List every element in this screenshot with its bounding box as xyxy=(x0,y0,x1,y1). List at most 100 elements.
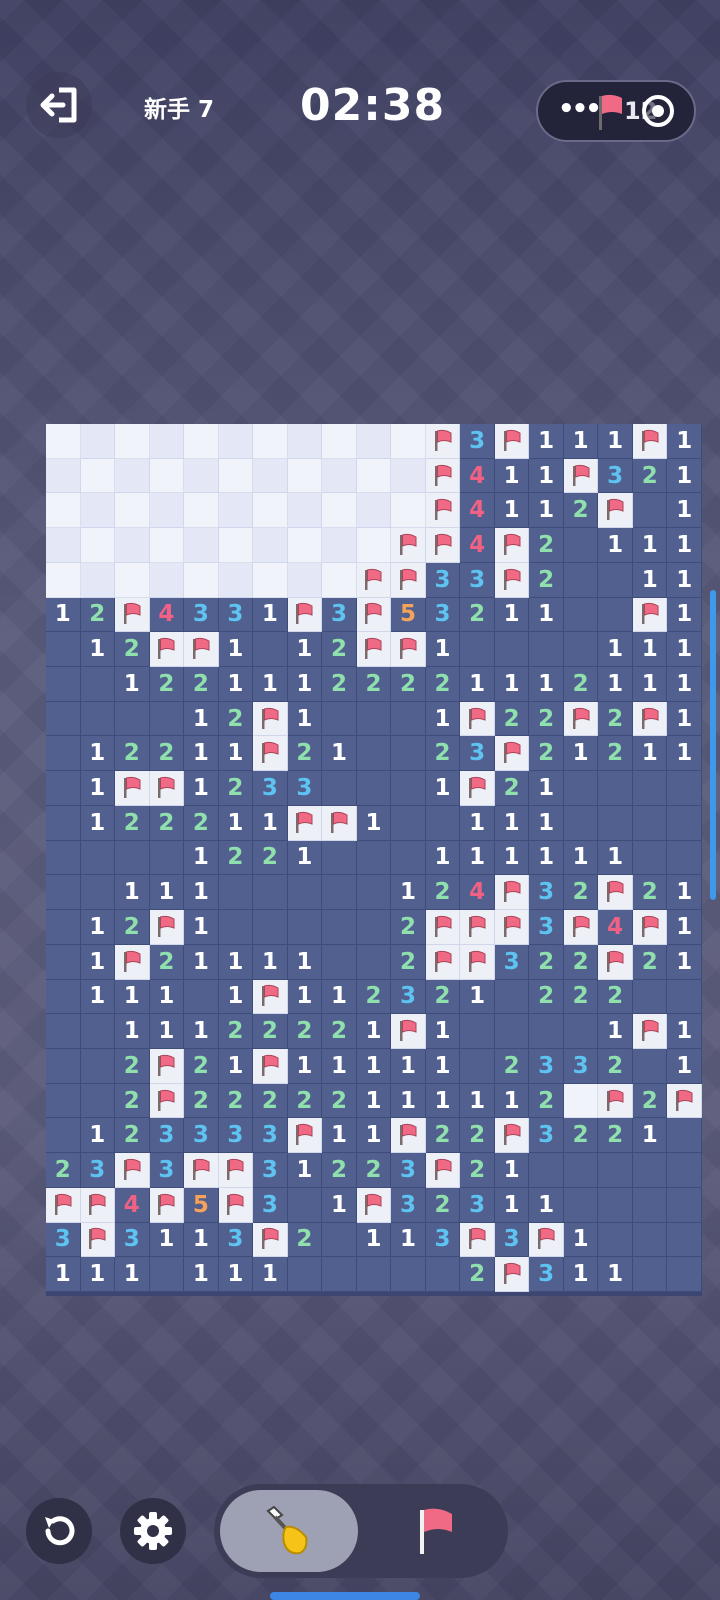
revealed-cell[interactable] xyxy=(46,840,81,876)
number-cell[interactable]: 2 xyxy=(563,875,599,911)
settings-button[interactable] xyxy=(120,1498,186,1564)
number-cell[interactable]: 3 xyxy=(253,1118,288,1154)
number-cell[interactable]: 3 xyxy=(425,1222,461,1258)
flagged-cell[interactable] xyxy=(494,875,530,911)
more-icon[interactable]: ••• xyxy=(558,94,602,124)
number-cell[interactable]: 2 xyxy=(46,1153,81,1188)
unrevealed-cell[interactable] xyxy=(115,424,150,459)
revealed-cell[interactable] xyxy=(494,1014,530,1049)
number-cell[interactable]: 1 xyxy=(667,493,702,529)
unrevealed-cell[interactable] xyxy=(322,458,357,494)
revealed-cell[interactable] xyxy=(80,840,116,876)
revealed-cell[interactable] xyxy=(667,805,702,841)
flagged-cell[interactable] xyxy=(425,910,461,945)
number-cell[interactable]: 1 xyxy=(149,1222,185,1258)
revealed-cell[interactable] xyxy=(425,805,461,841)
revealed-cell[interactable] xyxy=(115,701,150,737)
revealed-cell[interactable] xyxy=(632,1048,668,1084)
unrevealed-cell[interactable] xyxy=(322,424,357,459)
number-cell[interactable]: 1 xyxy=(149,979,185,1015)
revealed-cell[interactable] xyxy=(322,875,357,911)
number-cell[interactable]: 1 xyxy=(667,1048,702,1084)
number-cell[interactable]: 1 xyxy=(563,736,599,772)
number-cell[interactable]: 2 xyxy=(322,1014,357,1049)
revealed-cell[interactable] xyxy=(356,840,392,876)
unrevealed-cell[interactable] xyxy=(184,493,219,529)
flagged-cell[interactable] xyxy=(149,1187,185,1223)
revealed-cell[interactable] xyxy=(80,1083,116,1119)
number-cell[interactable]: 1 xyxy=(356,1014,392,1049)
revealed-cell[interactable] xyxy=(149,840,185,876)
unrevealed-cell[interactable] xyxy=(287,528,323,563)
revealed-cell[interactable] xyxy=(667,1153,702,1188)
number-cell[interactable]: 2 xyxy=(425,667,461,702)
revealed-cell[interactable] xyxy=(356,875,392,911)
revealed-cell[interactable] xyxy=(667,1118,702,1154)
number-cell[interactable]: 2 xyxy=(356,979,392,1015)
number-cell[interactable]: 1 xyxy=(425,840,461,876)
number-cell[interactable]: 2 xyxy=(529,979,564,1015)
number-cell[interactable]: 1 xyxy=(632,562,668,598)
number-cell[interactable]: 1 xyxy=(356,1083,392,1119)
number-cell[interactable]: 1 xyxy=(425,1083,461,1119)
number-cell[interactable]: 1 xyxy=(218,1257,254,1292)
revealed-cell[interactable] xyxy=(494,979,530,1015)
number-cell[interactable]: 1 xyxy=(632,667,668,702)
flagged-cell[interactable] xyxy=(149,910,185,945)
number-cell[interactable]: 3 xyxy=(149,1118,185,1154)
revealed-cell[interactable] xyxy=(563,1014,599,1049)
number-cell[interactable]: 2 xyxy=(149,805,185,841)
unrevealed-cell[interactable] xyxy=(218,458,254,494)
number-cell[interactable]: 2 xyxy=(184,1083,219,1119)
number-cell[interactable]: 1 xyxy=(460,667,495,702)
number-cell[interactable]: 1 xyxy=(667,632,702,668)
revealed-cell[interactable] xyxy=(46,1014,81,1049)
number-cell[interactable]: 1 xyxy=(667,528,702,563)
revealed-cell[interactable] xyxy=(322,1257,357,1292)
number-cell[interactable]: 2 xyxy=(494,771,530,806)
flagged-cell[interactable] xyxy=(391,1118,426,1154)
revealed-cell[interactable] xyxy=(322,1222,357,1258)
flagged-cell[interactable] xyxy=(494,1257,530,1292)
number-cell[interactable]: 2 xyxy=(356,667,392,702)
unrevealed-cell[interactable] xyxy=(80,493,116,529)
flagged-cell[interactable] xyxy=(391,632,426,668)
revealed-cell[interactable] xyxy=(80,875,116,911)
revealed-cell[interactable] xyxy=(563,805,599,841)
number-cell[interactable]: 1 xyxy=(46,1257,81,1292)
number-cell[interactable]: 1 xyxy=(563,1222,599,1258)
number-cell[interactable]: 1 xyxy=(425,1048,461,1084)
number-cell[interactable]: 1 xyxy=(529,493,564,529)
number-cell[interactable]: 5 xyxy=(184,1187,219,1223)
number-cell[interactable]: 1 xyxy=(253,667,288,702)
number-cell[interactable]: 1 xyxy=(46,597,81,633)
flag-tool-button[interactable] xyxy=(380,1490,490,1572)
number-cell[interactable]: 1 xyxy=(494,840,530,876)
flagged-cell[interactable] xyxy=(425,528,461,563)
number-cell[interactable]: 2 xyxy=(115,632,150,668)
unrevealed-cell[interactable] xyxy=(149,562,185,598)
number-cell[interactable]: 2 xyxy=(598,1048,633,1084)
number-cell[interactable]: 1 xyxy=(391,1048,426,1084)
revealed-cell[interactable] xyxy=(46,910,81,945)
number-cell[interactable]: 1 xyxy=(667,944,702,980)
revealed-cell[interactable] xyxy=(632,840,668,876)
number-cell[interactable]: 1 xyxy=(598,840,633,876)
revealed-cell[interactable] xyxy=(598,1153,633,1188)
unrevealed-cell[interactable] xyxy=(184,424,219,459)
number-cell[interactable]: 3 xyxy=(425,562,461,598)
flagged-cell[interactable] xyxy=(598,493,633,529)
number-cell[interactable]: 2 xyxy=(632,458,668,494)
unrevealed-cell[interactable] xyxy=(218,562,254,598)
number-cell[interactable]: 2 xyxy=(529,528,564,563)
number-cell[interactable]: 2 xyxy=(598,736,633,772)
revealed-cell[interactable] xyxy=(632,1222,668,1258)
number-cell[interactable]: 1 xyxy=(218,632,254,668)
number-cell[interactable]: 1 xyxy=(287,701,323,737)
number-cell[interactable]: 1 xyxy=(218,944,254,980)
number-cell[interactable]: 1 xyxy=(218,736,254,772)
number-cell[interactable]: 1 xyxy=(667,910,702,945)
revealed-cell[interactable] xyxy=(149,701,185,737)
unrevealed-cell[interactable] xyxy=(184,528,219,563)
number-cell[interactable]: 1 xyxy=(632,528,668,563)
